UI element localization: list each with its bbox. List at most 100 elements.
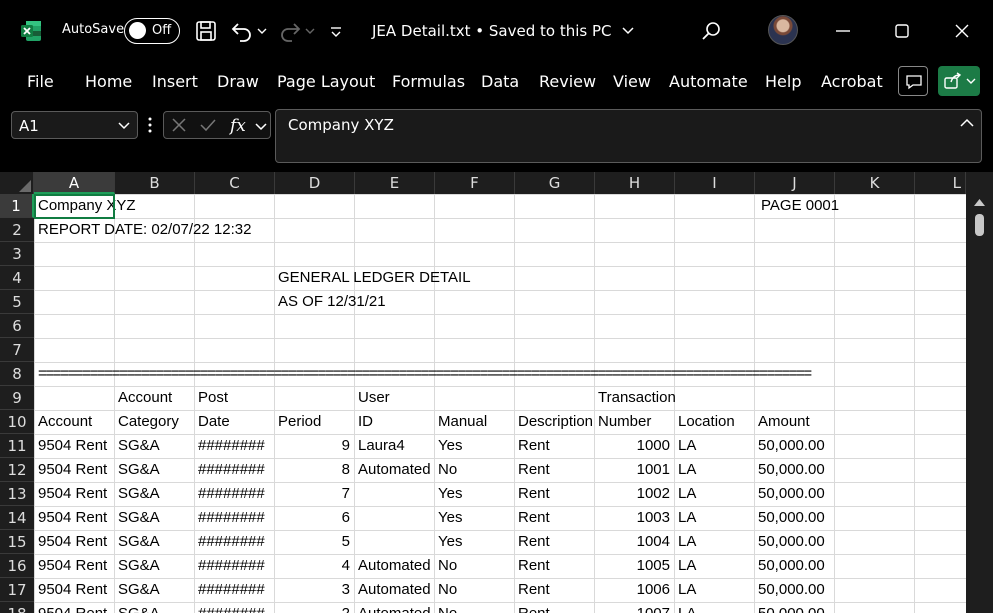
cell-g16[interactable]: Rent: [518, 554, 594, 578]
tab-draw[interactable]: Draw: [217, 72, 259, 91]
cell-h15[interactable]: 1004: [594, 530, 670, 554]
excel-logo-icon[interactable]: [20, 20, 42, 42]
formula-input[interactable]: Company XYZ: [275, 109, 982, 163]
cell-i10[interactable]: Location: [678, 410, 754, 434]
cell-i15[interactable]: LA: [678, 530, 754, 554]
cell-j1[interactable]: PAGE 0001: [761, 194, 881, 218]
cell-a10[interactable]: Account: [38, 410, 114, 434]
comments-button[interactable]: [898, 66, 928, 96]
name-box[interactable]: A1: [11, 111, 138, 139]
cell-a17[interactable]: 9504 Rent: [38, 578, 114, 602]
cell-f11[interactable]: Yes: [438, 434, 514, 458]
cell-d16[interactable]: 4: [274, 554, 350, 578]
cell-f10[interactable]: Manual: [438, 410, 514, 434]
cell-f17[interactable]: No: [438, 578, 514, 602]
cell-b12[interactable]: SG&A: [118, 458, 194, 482]
cell-a8-separator[interactable]: ========================================…: [38, 362, 966, 386]
tab-review[interactable]: Review: [539, 72, 596, 91]
cell-d11[interactable]: 9: [274, 434, 350, 458]
cell-g17[interactable]: Rent: [518, 578, 594, 602]
cell-d10[interactable]: Period: [278, 410, 354, 434]
cell-h14[interactable]: 1003: [594, 506, 670, 530]
cell-c16[interactable]: ########: [198, 554, 274, 578]
row-header-7[interactable]: 7: [0, 338, 34, 362]
cell-f12[interactable]: No: [438, 458, 514, 482]
cell-f15[interactable]: Yes: [438, 530, 514, 554]
tab-help[interactable]: Help: [765, 72, 801, 91]
cell-j14[interactable]: 50,000.00: [758, 506, 834, 530]
cell-h13[interactable]: 1002: [594, 482, 670, 506]
column-header-g[interactable]: G: [515, 172, 595, 194]
cell-c15[interactable]: ########: [198, 530, 274, 554]
cell-d5[interactable]: AS OF 12/31/21: [278, 290, 578, 314]
document-title[interactable]: JEA Detail.txt • Saved to this PC: [372, 22, 634, 40]
cell-e15[interactable]: [358, 530, 434, 554]
cell-i18[interactable]: LA: [678, 602, 754, 613]
row-header-9[interactable]: 9: [0, 386, 34, 410]
cell-h16[interactable]: 1005: [594, 554, 670, 578]
cell-c13[interactable]: ########: [198, 482, 274, 506]
row-header-12[interactable]: 12: [0, 458, 34, 482]
cell-j18[interactable]: 50,000.00: [758, 602, 834, 613]
row-header-5[interactable]: 5: [0, 290, 34, 314]
row-header-4[interactable]: 4: [0, 266, 34, 290]
cell-a16[interactable]: 9504 Rent: [38, 554, 114, 578]
cell-a2[interactable]: REPORT DATE: 02/07/22 12:32: [38, 218, 358, 242]
undo-icon[interactable]: [230, 18, 254, 44]
column-header-k[interactable]: K: [835, 172, 915, 194]
save-icon[interactable]: [194, 18, 218, 44]
row-header-1[interactable]: 1: [0, 194, 34, 218]
cell-c10[interactable]: Date: [198, 410, 274, 434]
formula-bar-grip-icon[interactable]: [147, 116, 153, 134]
column-header-h[interactable]: H: [595, 172, 675, 194]
cell-b9[interactable]: Account: [118, 386, 194, 410]
vertical-scrollbar[interactable]: [966, 194, 993, 613]
cell-c18[interactable]: ########: [198, 602, 274, 613]
cell-h10[interactable]: Number: [598, 410, 674, 434]
cell-i16[interactable]: LA: [678, 554, 754, 578]
cell-h9[interactable]: Transaction: [598, 386, 748, 410]
column-header-e[interactable]: E: [355, 172, 435, 194]
row-header-18[interactable]: 18: [0, 602, 34, 613]
cell-f14[interactable]: Yes: [438, 506, 514, 530]
search-icon[interactable]: [700, 18, 722, 44]
cell-g13[interactable]: Rent: [518, 482, 594, 506]
cell-j13[interactable]: 50,000.00: [758, 482, 834, 506]
tab-acrobat[interactable]: Acrobat: [821, 72, 883, 91]
cell-h18[interactable]: 1007: [594, 602, 670, 613]
cell-e13[interactable]: [358, 482, 434, 506]
column-header-a[interactable]: A: [34, 172, 115, 194]
column-header-l[interactable]: L: [915, 172, 966, 194]
autosave-toggle[interactable]: Off: [124, 18, 180, 44]
row-header-11[interactable]: 11: [0, 434, 34, 458]
cell-g10[interactable]: Description: [518, 410, 594, 434]
collapse-formula-bar-icon[interactable]: [960, 118, 974, 128]
cell-e9[interactable]: User: [358, 386, 434, 410]
cell-a13[interactable]: 9504 Rent: [38, 482, 114, 506]
cell-i13[interactable]: LA: [678, 482, 754, 506]
cell-h17[interactable]: 1006: [594, 578, 670, 602]
cell-area[interactable]: Company XYZ PAGE 0001 REPORT DATE: 02/07…: [34, 194, 966, 613]
cell-b15[interactable]: SG&A: [118, 530, 194, 554]
cell-a15[interactable]: 9504 Rent: [38, 530, 114, 554]
cell-a14[interactable]: 9504 Rent: [38, 506, 114, 530]
scrollbar-thumb[interactable]: [975, 214, 984, 236]
cell-h11[interactable]: 1000: [594, 434, 670, 458]
cell-a11[interactable]: 9504 Rent: [38, 434, 114, 458]
row-header-10[interactable]: 10: [0, 410, 34, 434]
cell-d17[interactable]: 3: [274, 578, 350, 602]
redo-dropdown-icon[interactable]: [305, 18, 315, 44]
cell-a18[interactable]: 9504 Rent: [38, 602, 114, 613]
cell-j16[interactable]: 50,000.00: [758, 554, 834, 578]
cell-e17[interactable]: Automated: [358, 578, 434, 602]
row-header-3[interactable]: 3: [0, 242, 34, 266]
close-icon[interactable]: [953, 18, 971, 44]
cell-i12[interactable]: LA: [678, 458, 754, 482]
minimize-icon[interactable]: [834, 18, 852, 44]
cell-c17[interactable]: ########: [198, 578, 274, 602]
row-header-13[interactable]: 13: [0, 482, 34, 506]
cell-c9[interactable]: Post: [198, 386, 274, 410]
column-header-f[interactable]: F: [435, 172, 515, 194]
cell-b18[interactable]: SG&A: [118, 602, 194, 613]
cell-e12[interactable]: Automated: [358, 458, 434, 482]
